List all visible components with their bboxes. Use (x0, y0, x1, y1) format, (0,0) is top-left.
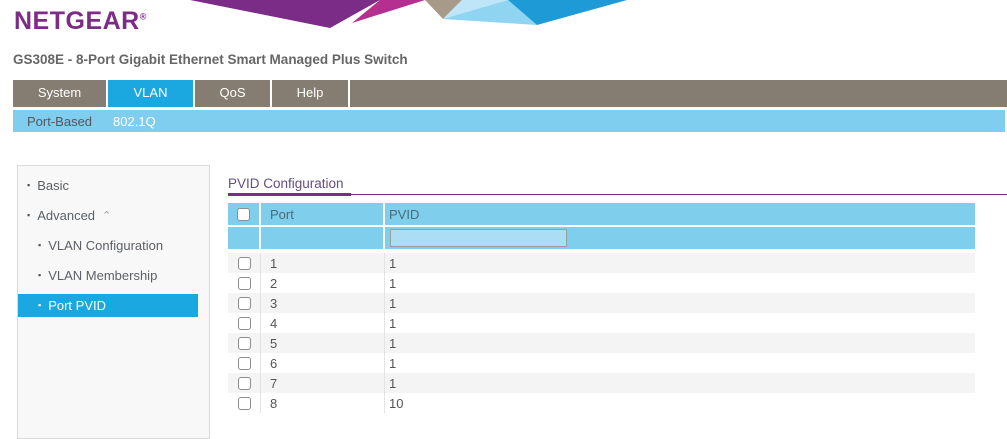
port-cell: 1 (261, 253, 385, 273)
banner-art (188, 0, 628, 28)
column-header-port: Port (261, 203, 385, 225)
row-checkbox[interactable] (238, 397, 251, 410)
table-row: 8 10 (228, 393, 975, 413)
registered-mark: ® (140, 12, 147, 22)
row-checkbox-cell (228, 253, 261, 273)
row-checkbox[interactable] (238, 377, 251, 390)
sidebar-item-label: VLAN Configuration (48, 238, 163, 253)
filter-port-cell (261, 227, 385, 249)
row-checkbox-cell (228, 293, 261, 313)
port-cell: 5 (261, 333, 385, 353)
row-checkbox-cell (228, 273, 261, 293)
row-checkbox[interactable] (238, 317, 251, 330)
table-row: 3 1 (228, 293, 975, 313)
pvid-cell: 1 (385, 293, 975, 313)
row-checkbox-cell (228, 353, 261, 373)
table-header-row: Port PVID (228, 203, 975, 225)
pvid-cell: 1 (385, 333, 975, 353)
port-cell: 4 (261, 313, 385, 333)
tab-qos[interactable]: QoS (195, 80, 272, 107)
main-content: PVID Configuration Port PVID 1 (228, 176, 1007, 413)
row-checkbox-cell (228, 313, 261, 333)
sidebar-item-label: VLAN Membership (48, 268, 157, 283)
sidebar-item-vlan-membership[interactable]: ▪ VLAN Membership (18, 265, 209, 285)
sidebar-item-label: Advanced (37, 208, 95, 223)
row-checkbox[interactable] (238, 277, 251, 290)
row-checkbox[interactable] (238, 357, 251, 370)
table-row: 4 1 (228, 313, 975, 333)
pvid-cell: 10 (385, 393, 975, 413)
row-checkbox[interactable] (238, 337, 251, 350)
table-body: 1 1 2 1 3 1 (228, 253, 975, 413)
sidebar-item-port-pvid[interactable]: ▪ Port PVID (18, 294, 198, 317)
table-row: 1 1 (228, 253, 975, 273)
port-cell: 2 (261, 273, 385, 293)
pvid-cell: 1 (385, 353, 975, 373)
filter-pvid-cell (385, 227, 975, 249)
bullet-icon: ▪ (38, 301, 41, 310)
tab-vlan[interactable]: VLAN (108, 80, 195, 107)
row-checkbox[interactable] (238, 257, 251, 270)
row-checkbox-cell (228, 393, 261, 413)
sidebar-item-label: Port PVID (48, 298, 106, 313)
pvid-cell: 1 (385, 273, 975, 293)
page-title: GS308E - 8-Port Gigabit Ethernet Smart M… (13, 52, 408, 67)
subnav-port-based[interactable]: Port-Based (27, 114, 92, 129)
subnav-8021q[interactable]: 802.1Q (113, 114, 156, 129)
section-title: PVID Configuration (228, 176, 351, 196)
netgear-logo-text: NETGEAR (14, 7, 140, 35)
sidebar-item-vlan-configuration[interactable]: ▪ VLAN Configuration (18, 235, 209, 255)
table-filter-row (228, 227, 975, 249)
pvid-table: Port PVID 1 1 (228, 203, 975, 413)
table-row: 2 1 (228, 273, 975, 293)
sidebar-item-advanced[interactable]: ▪ Advanced ⌃ (18, 205, 209, 225)
main-nav: SystemVLANQoSHelp (13, 80, 1007, 107)
port-cell: 6 (261, 353, 385, 373)
column-header-pvid: PVID (385, 203, 975, 225)
row-checkbox-cell (228, 373, 261, 393)
filter-checkbox-cell (228, 227, 261, 249)
chevron-up-icon: ⌃ (102, 209, 111, 222)
bullet-icon: ▪ (27, 211, 30, 220)
sidebar: ▪ Basic ▪ Advanced ⌃ ▪ VLAN Configuratio… (17, 165, 210, 439)
tab-help[interactable]: Help (272, 80, 350, 107)
bullet-icon: ▪ (38, 241, 41, 250)
section-header-rule: PVID Configuration (228, 176, 1007, 195)
select-all-checkbox[interactable] (237, 208, 250, 221)
port-cell: 8 (261, 393, 385, 413)
table-row: 7 1 (228, 373, 975, 393)
port-cell: 3 (261, 293, 385, 313)
table-row: 6 1 (228, 353, 975, 373)
tab-system[interactable]: System (13, 80, 108, 107)
pvid-filter-input[interactable] (390, 229, 567, 247)
sidebar-item-label: Basic (37, 178, 69, 193)
sub-nav: Port-Based 802.1Q (13, 110, 1005, 132)
row-checkbox-cell (228, 333, 261, 353)
pvid-cell: 1 (385, 253, 975, 273)
bullet-icon: ▪ (38, 271, 41, 280)
netgear-logo: NETGEAR® (14, 7, 147, 36)
pvid-cell: 1 (385, 373, 975, 393)
port-cell: 7 (261, 373, 385, 393)
bullet-icon: ▪ (27, 181, 30, 190)
sidebar-item-basic[interactable]: ▪ Basic (18, 175, 209, 195)
header-checkbox-cell (228, 203, 261, 225)
pvid-cell: 1 (385, 313, 975, 333)
table-row: 5 1 (228, 333, 975, 353)
row-checkbox[interactable] (238, 297, 251, 310)
